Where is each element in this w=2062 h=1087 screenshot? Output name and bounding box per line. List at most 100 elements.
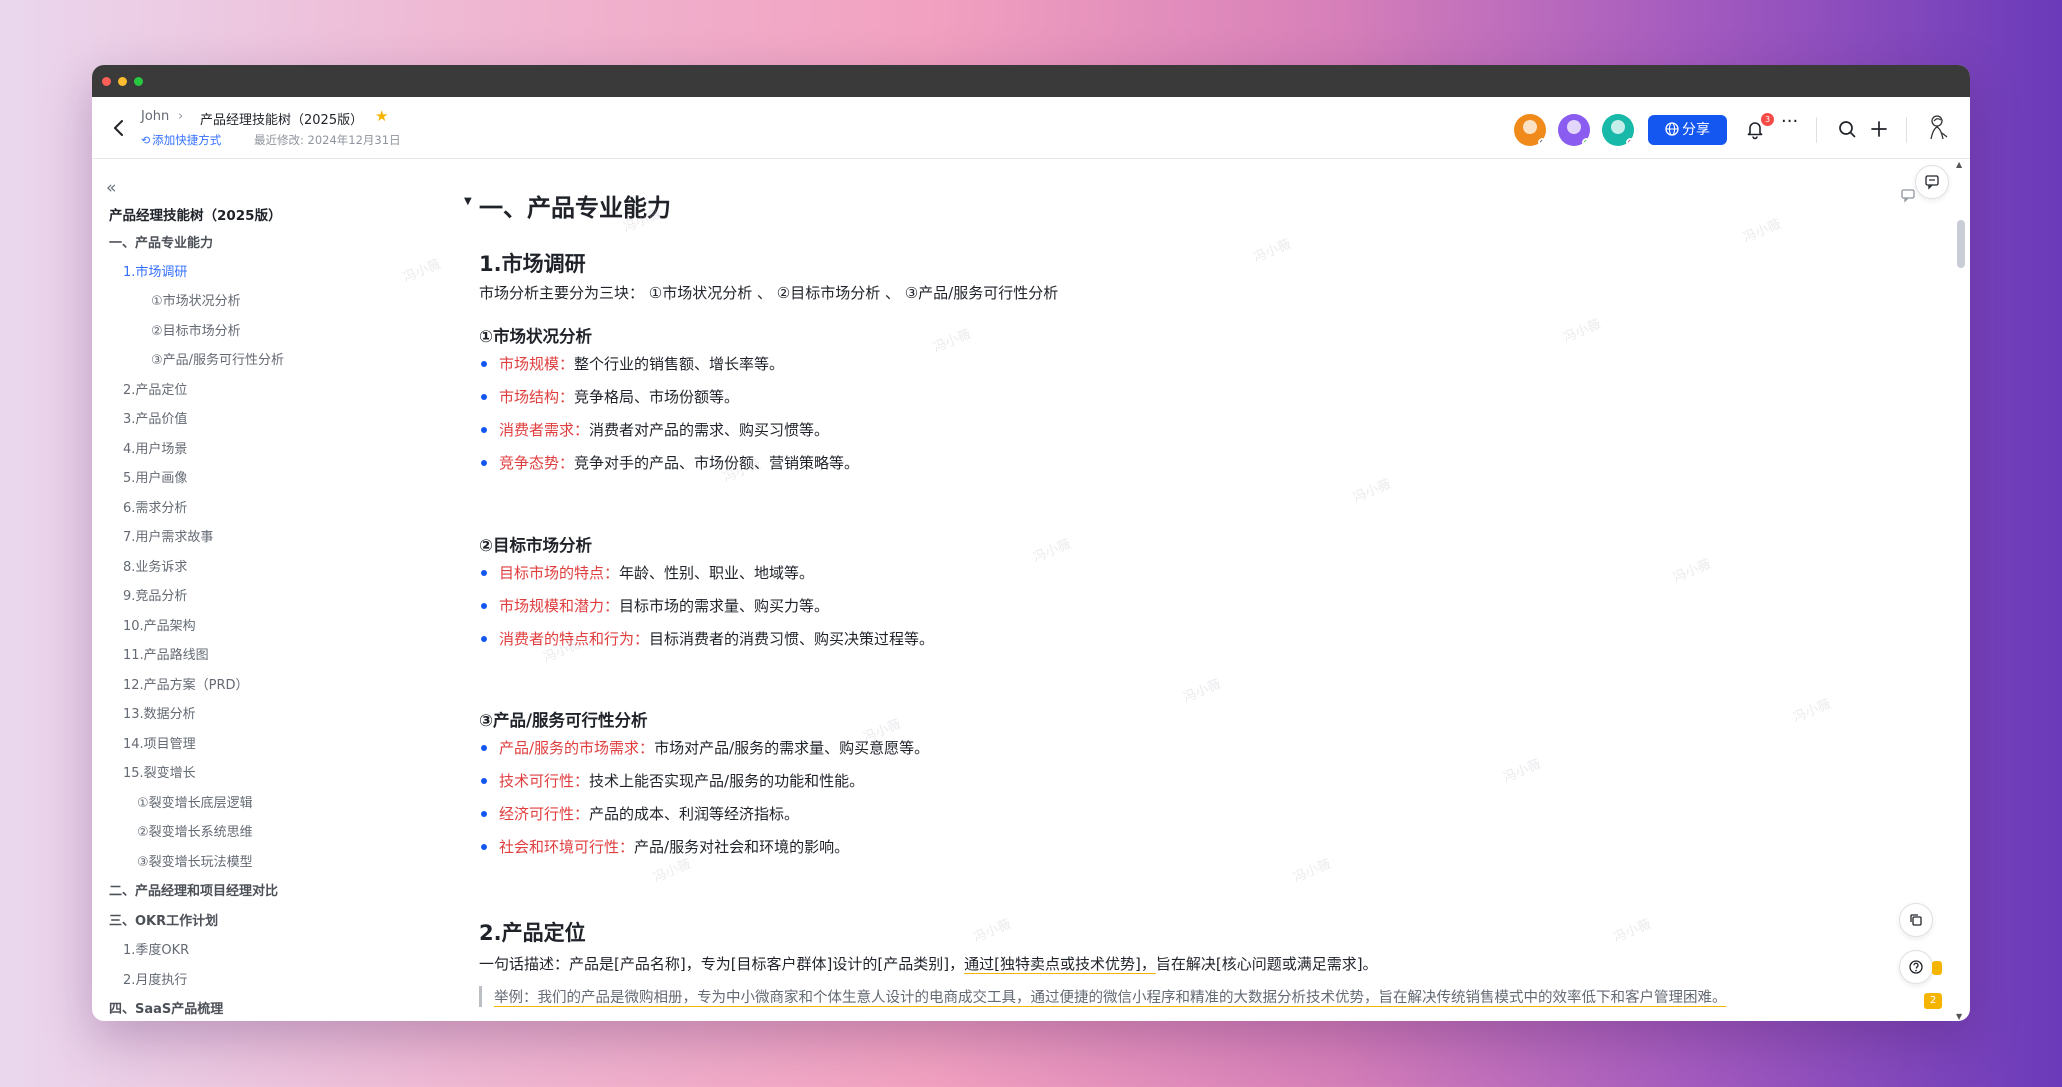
quote-text: 举例：我们的产品是微购相册，专为中小微商家和个体生意人设计的电商成交工具，通过便… — [494, 990, 1727, 1006]
help-button[interactable] — [1899, 950, 1933, 984]
bullet-dot — [481, 460, 487, 466]
list-item: 技术可行性：技术上能否实现产品/服务的功能和性能。 — [479, 770, 864, 791]
app-window: John › 产品经理技能树（2025版） ★ ⟲ 添加快捷方式 最近修改: 20… — [92, 65, 1970, 1021]
close-window-button[interactable] — [102, 77, 111, 86]
list-item-desc: 目标消费者的消费习惯、购买决策过程等。 — [649, 630, 935, 648]
list-item: 产品/服务的市场需求：市场对产品/服务的需求量、购买意愿等。 — [479, 737, 929, 758]
list-item-term: 产品/服务的市场需求： — [499, 739, 655, 757]
bullet-dot — [481, 394, 487, 400]
paragraph: 市场分析主要分为三块： ①市场状况分析 、 ②目标市场分析 、 ③产品/服务可行… — [479, 284, 1059, 302]
toc-item[interactable]: 4.用户场景 — [123, 438, 187, 457]
scroll-up-arrow-icon[interactable]: ▲ — [1956, 160, 1962, 169]
star-icon[interactable]: ★ — [375, 107, 388, 125]
toc-item[interactable]: 14.项目管理 — [123, 733, 196, 752]
toc-item[interactable]: ②裂变增长系统思维 — [137, 821, 253, 840]
toc-item[interactable]: 10.产品架构 — [123, 615, 196, 634]
toc-item[interactable]: 6.需求分析 — [123, 497, 187, 516]
collapse-caret-icon[interactable]: ▼ — [464, 196, 472, 207]
list-item: 消费者的特点和行为：目标消费者的消费习惯、购买决策过程等。 — [479, 628, 934, 649]
list-item-term: 消费者的特点和行为： — [499, 630, 650, 648]
minimize-window-button[interactable] — [118, 77, 127, 86]
more-icon[interactable]: ··· — [1781, 111, 1803, 133]
watermark: 冯小薇 — [401, 257, 444, 286]
toc-item[interactable]: 一、产品专业能力 — [109, 232, 213, 251]
maximize-window-button[interactable] — [134, 77, 143, 86]
toc-item[interactable]: ①裂变增长底层逻辑 — [137, 792, 253, 811]
toc-item[interactable]: 产品经理技能树（2025版） — [109, 204, 282, 224]
share-button[interactable]: 分享 — [1648, 115, 1727, 145]
toc-item[interactable]: 15.裂变增长 — [123, 762, 196, 781]
watermark: 冯小薇 — [1351, 477, 1394, 506]
watermark: 冯小薇 — [1611, 917, 1654, 946]
add-shortcut-link[interactable]: ⟲ 添加快捷方式 — [141, 132, 221, 148]
list-item-term: 市场规模： — [499, 355, 575, 373]
scroll-down-arrow-icon[interactable]: ▼ — [1956, 1012, 1962, 1021]
status-dot — [1626, 138, 1634, 146]
list-item-desc: 产品的成本、利润等经济指标。 — [589, 805, 800, 823]
heading-2: 1.市场调研 — [479, 252, 586, 276]
toc-item[interactable]: 3.产品价值 — [123, 408, 187, 427]
last-edit-time: 最近修改: 2024年12月31日 — [254, 133, 401, 147]
comment-icon[interactable] — [1900, 187, 1916, 203]
doc-title[interactable]: 产品经理技能树（2025版） — [200, 109, 363, 128]
toc-item[interactable]: 12.产品方案（PRD） — [123, 674, 249, 693]
list-item-desc: 目标市场的需求量、购买力等。 — [619, 597, 830, 615]
toc-item[interactable]: 13.数据分析 — [123, 703, 196, 722]
back-arrow-icon[interactable] — [108, 117, 130, 139]
list-item-term: 市场结构： — [499, 388, 575, 406]
toc-item[interactable]: 2.产品定位 — [123, 379, 187, 398]
toc-item[interactable]: 四、SaaS产品梳理 — [109, 998, 223, 1017]
comments-panel-button[interactable] — [1915, 165, 1949, 199]
list-item: 消费者需求：消费者对产品的需求、购买习惯等。 — [479, 419, 829, 440]
collaborator-avatar[interactable] — [1558, 114, 1590, 146]
toc-sidebar: « 产品经理技能树（2025版） 一、产品专业能力 1.市场调研 ①市场状况分析… — [92, 160, 392, 1021]
user-avatar-icon[interactable] — [1925, 113, 1951, 143]
plus-icon[interactable] — [1868, 118, 1890, 140]
collaborator-avatar[interactable] — [1602, 114, 1634, 146]
scroll-thumb[interactable] — [1957, 220, 1965, 268]
comment-count-badge[interactable]: 2 — [1924, 993, 1942, 1009]
heading-3: ③产品/服务可行性分析 — [479, 711, 648, 730]
watermark: 冯小薇 — [1291, 857, 1334, 886]
toc-item[interactable]: ②目标市场分析 — [151, 320, 241, 339]
header-divider — [1816, 117, 1817, 143]
watermark: 冯小薇 — [1181, 677, 1224, 706]
window-titlebar — [92, 65, 1970, 97]
search-icon[interactable] — [1836, 118, 1858, 140]
highlighted-text: 通过[独特卖点或技术优势]， — [964, 955, 1156, 973]
toc-item[interactable]: 5.用户画像 — [123, 467, 187, 486]
toc-item[interactable]: 三、OKR工作计划 — [109, 910, 218, 929]
comment-marker-icon[interactable] — [1932, 961, 1942, 975]
list-item: 市场结构：竞争格局、市场份额等。 — [479, 386, 739, 407]
heading-3: ②目标市场分析 — [479, 536, 592, 555]
collapse-sidebar-icon[interactable]: « — [106, 178, 116, 198]
toc-item[interactable]: ①市场状况分析 — [151, 290, 241, 309]
list-item-term: 技术可行性： — [499, 772, 590, 790]
bullet-dot — [481, 570, 487, 576]
copy-link-button[interactable] — [1899, 903, 1933, 937]
heading-3: ①市场状况分析 — [479, 327, 592, 346]
toc-item[interactable]: 11.产品路线图 — [123, 644, 209, 663]
list-item: 经济可行性：产品的成本、利润等经济指标。 — [479, 803, 799, 824]
breadcrumb-owner[interactable]: John — [141, 109, 169, 124]
bullet-dot — [481, 636, 487, 642]
toc-item[interactable]: 9.竞品分析 — [123, 585, 187, 604]
status-dot — [1582, 138, 1590, 146]
watermark: 冯小薇 — [1031, 537, 1074, 566]
list-item-desc: 技术上能否实现产品/服务的功能和性能。 — [589, 772, 865, 790]
collaborator-avatar[interactable] — [1514, 114, 1546, 146]
toc-item[interactable]: ③裂变增长玩法模型 — [137, 851, 253, 870]
toc-item[interactable]: 2.月度执行 — [123, 969, 187, 988]
toc-item[interactable]: 二、产品经理和项目经理对比 — [109, 880, 278, 899]
toc-item-active[interactable]: 1.市场调研 — [123, 261, 187, 280]
toc-item[interactable]: ③产品/服务可行性分析 — [151, 349, 284, 368]
heading-2: 2.产品定位 — [479, 921, 586, 945]
add-shortcut-label: 添加快捷方式 — [152, 133, 222, 147]
toc-item[interactable]: 8.业务诉求 — [123, 556, 187, 575]
watermark: 冯小薇 — [1501, 757, 1544, 786]
toc-item[interactable]: 7.用户需求故事 — [123, 526, 213, 545]
toc-item[interactable]: 1.季度OKR — [123, 939, 189, 958]
scrollbar[interactable]: ▲ ▼ — [1956, 160, 1966, 1021]
list-item-desc: 市场对产品/服务的需求量、购买意愿等。 — [654, 739, 930, 757]
list-item-desc: 产品/服务对社会和环境的影响。 — [634, 838, 850, 856]
